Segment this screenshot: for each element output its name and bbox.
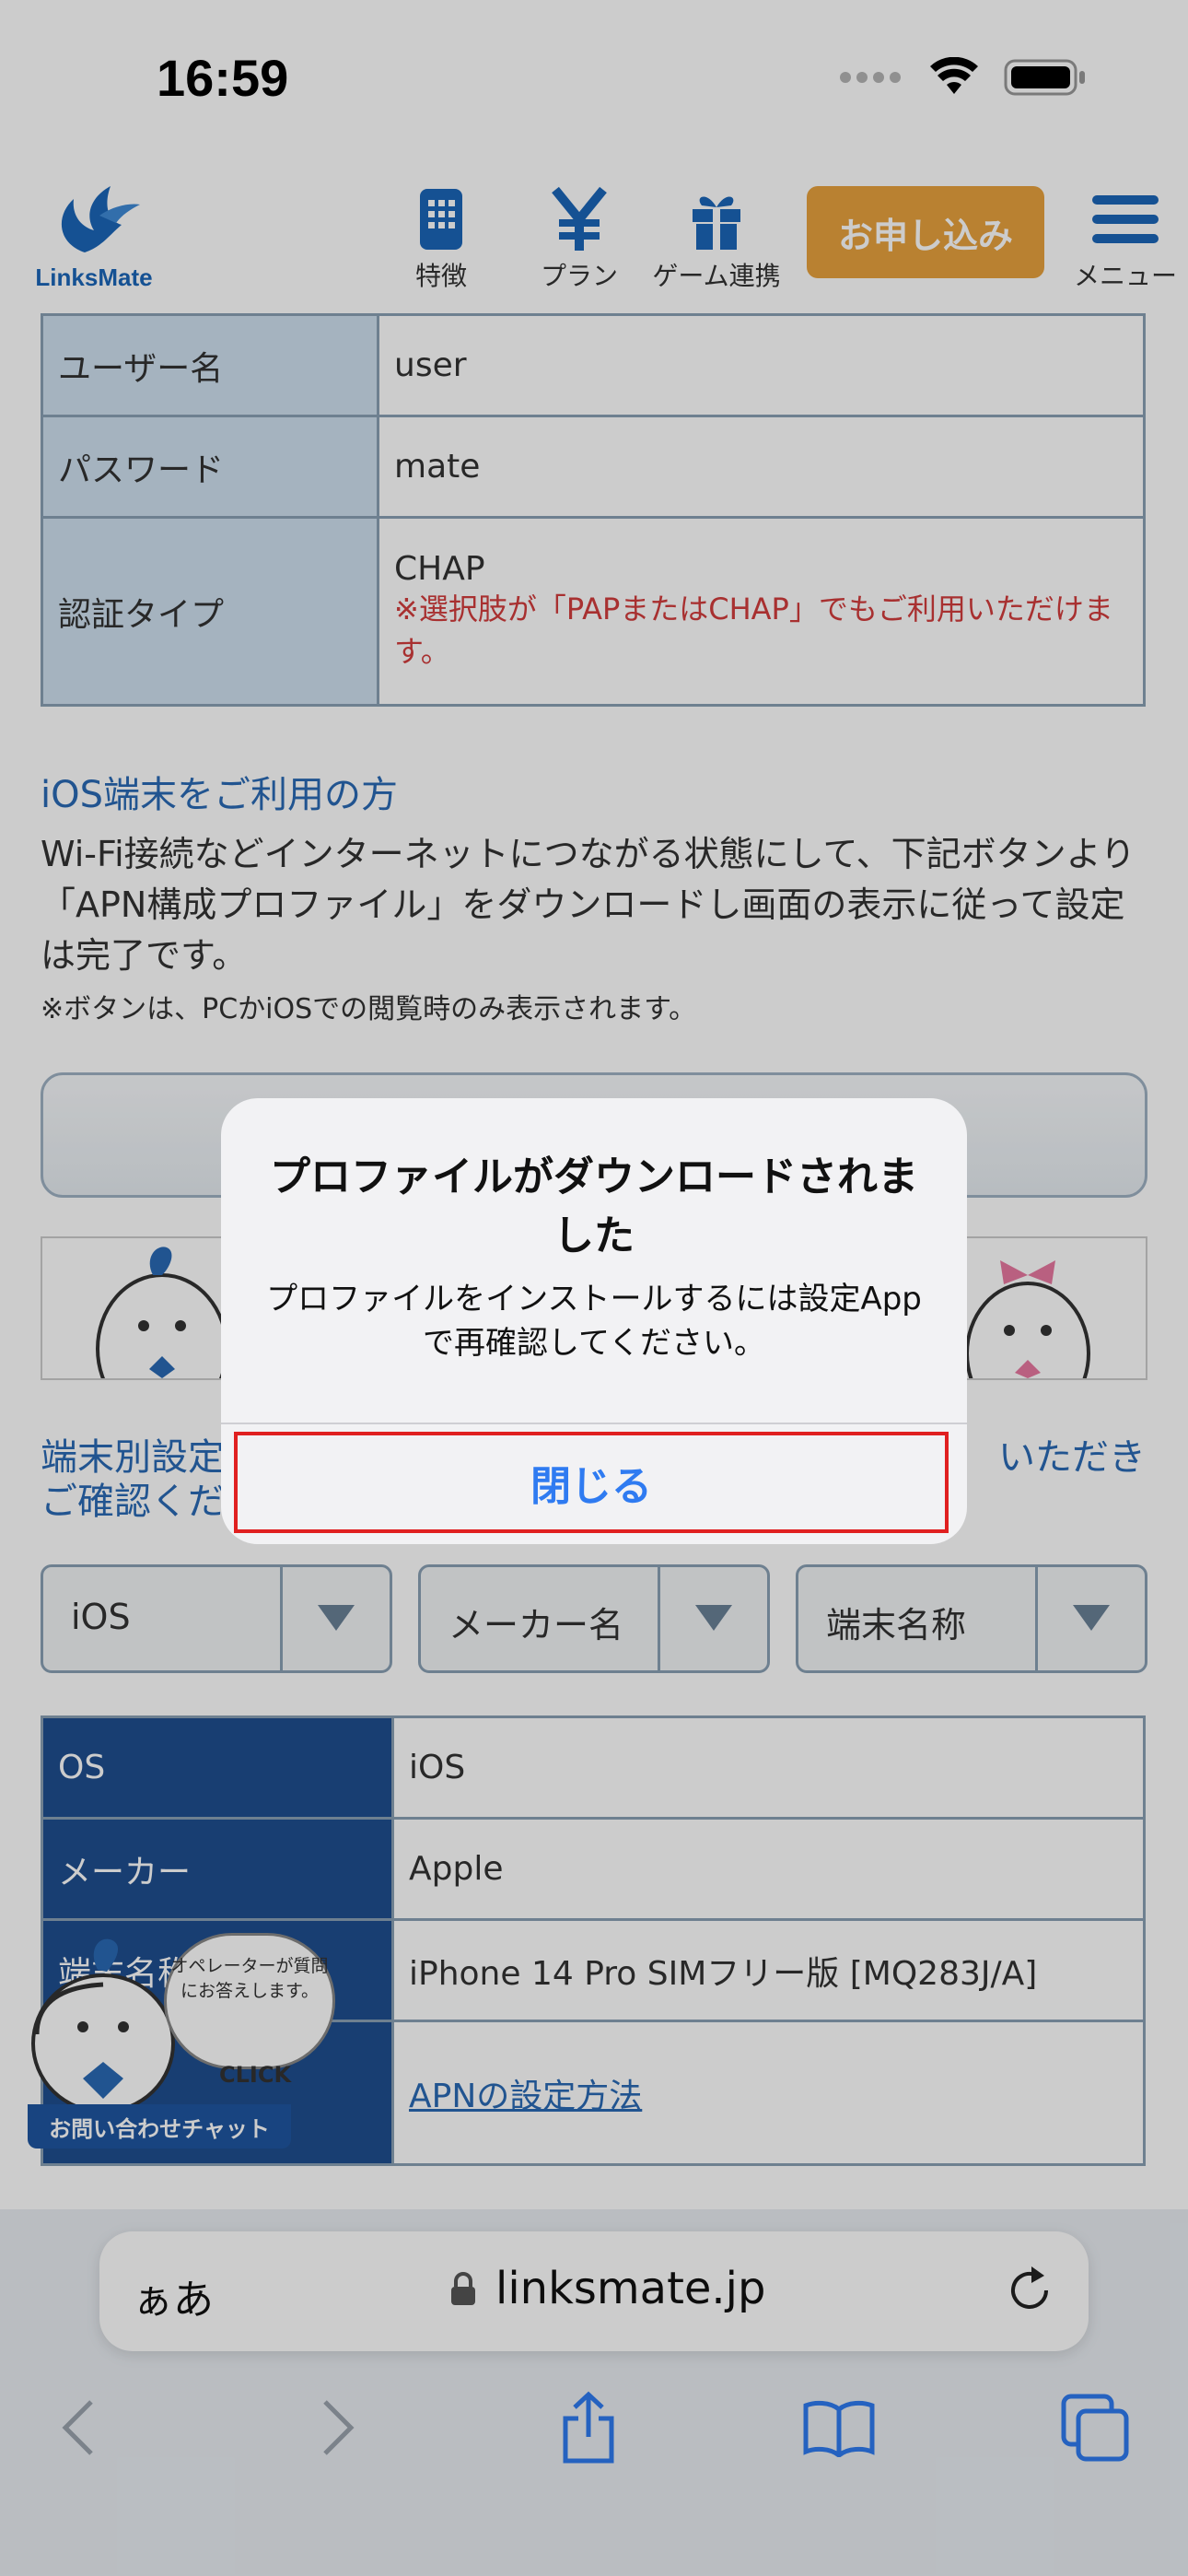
- close-button[interactable]: 閉じる: [234, 1432, 949, 1533]
- profile-downloaded-alert: プロファイルがダウンロードされました プロファイルをインストールするには設定Ap…: [221, 1098, 967, 1544]
- alert-divider: [221, 1423, 967, 1424]
- alert-message: プロファイルをインストールするには設定Appで再確認してください。: [266, 1281, 922, 1362]
- alert-title: プロファイルがダウンロードされました: [270, 1153, 918, 1259]
